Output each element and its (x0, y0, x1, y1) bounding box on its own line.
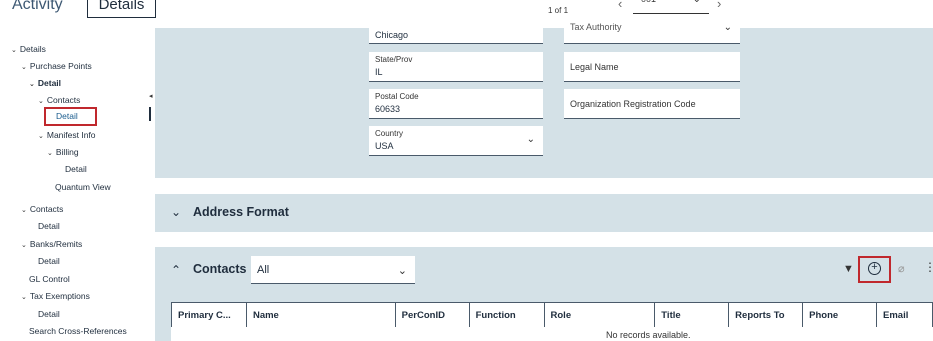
section-title: Contacts (193, 262, 247, 276)
chevron-down-icon: ⌄ (11, 47, 17, 54)
column-header[interactable]: Title (654, 302, 730, 328)
chevron-down-icon: ⌄ (47, 150, 53, 157)
column-header[interactable]: Reports To (728, 302, 804, 328)
more-vertical-icon[interactable]: ⋮ (924, 260, 933, 274)
tree-item-gl-control[interactable]: GL Control (29, 274, 70, 284)
address-form-panel: Chicago State/Prov IL Postal Code 60633 … (155, 22, 933, 178)
chevron-down-icon: ⌄ (38, 133, 44, 140)
tree-item-contacts-top-detail[interactable]: Detail (38, 221, 60, 231)
tree-item-contacts-detail-selected[interactable]: Detail (44, 107, 97, 126)
chevron-left-icon[interactable]: ‹ (618, 0, 622, 11)
tree-item-tax-exemptions[interactable]: ⌄ Tax Exemptions (21, 291, 90, 301)
country-select[interactable]: Country USA ⌄ (369, 126, 543, 156)
tree-item-contacts-top[interactable]: ⌄ Contacts (21, 204, 63, 214)
collapse-arrow-icon[interactable]: ◂ (149, 92, 153, 100)
contacts-table: Primary C... Name PerConID Function Role… (171, 302, 933, 328)
city-field[interactable]: Chicago (369, 24, 543, 44)
contacts-filter-select[interactable]: All ⌄ (251, 256, 415, 284)
column-header[interactable]: PerConID (394, 302, 470, 328)
tree-item-billing-detail[interactable]: Detail (65, 164, 87, 174)
tab-activity[interactable]: Activity (12, 0, 63, 14)
pager-count: 1 of 1 (548, 6, 569, 15)
chevron-right-icon[interactable]: › (717, 0, 721, 11)
column-header[interactable]: Name (245, 302, 396, 328)
section-title: Address Format (193, 205, 289, 219)
tree-item-banks-detail[interactable]: Detail (38, 256, 60, 266)
legal-name-field[interactable]: Legal Name (564, 52, 740, 82)
chevron-down-icon: ⌄ (526, 134, 535, 145)
column-header[interactable]: Function (468, 302, 545, 328)
tree-item-details[interactable]: ⌄ Details (11, 44, 46, 54)
tree-item-billing[interactable]: ⌄ Billing (47, 147, 79, 157)
add-contact-button[interactable]: + (858, 256, 891, 283)
chevron-down-icon: ⌄ (723, 22, 732, 33)
chevron-down-icon: ⌄ (21, 207, 27, 214)
splitter-handle[interactable] (149, 107, 151, 121)
tree-item-quantum-view[interactable]: Quantum View (55, 182, 111, 192)
chevron-down-icon: ⌄ (21, 242, 27, 249)
chevron-down-icon: ⌄ (29, 81, 35, 88)
tree-item-detail[interactable]: ⌄ Detail (29, 78, 61, 88)
chevron-down-icon: ⌄ (693, 0, 701, 5)
column-header[interactable]: Email (876, 302, 933, 328)
tree-item-purchase-points[interactable]: ⌄ Purchase Points (21, 61, 92, 71)
tree-item-search-cross-references[interactable]: Search Cross-References (29, 326, 127, 336)
chevron-up-icon[interactable]: ⌃ (171, 263, 181, 277)
chevron-down-icon: ⌄ (38, 98, 44, 105)
column-header[interactable]: Primary C... (171, 302, 247, 328)
chevron-down-icon: ⌄ (21, 294, 27, 301)
empty-table-message: No records available. (171, 327, 933, 341)
tax-authority-select[interactable]: Tax Authority ⌄ (564, 22, 740, 44)
state-field[interactable]: State/Prov IL (369, 52, 543, 82)
tree-item-banks-remits[interactable]: ⌄ Banks/Remits (21, 239, 82, 249)
record-select-value: 001 (641, 0, 656, 4)
tree-item-tax-detail[interactable]: Detail (38, 309, 60, 319)
address-format-section[interactable]: ⌄ Address Format (155, 194, 933, 232)
record-select[interactable]: 001 ⌄ (633, 0, 709, 14)
chevron-down-icon: ⌄ (397, 265, 407, 277)
tab-details[interactable]: Details (87, 0, 156, 18)
sidebar-tree: ⌄ Details ⌄ Purchase Points ⌄ Detail ⌄ Conta… (0, 36, 150, 341)
org-registration-code-field[interactable]: Organization Registration Code (564, 89, 740, 119)
paperclip-icon[interactable]: ⌀ (898, 262, 905, 275)
filter-icon[interactable]: ▼ (843, 263, 854, 275)
chevron-down-icon: ⌄ (171, 205, 182, 219)
add-circle-icon: + (868, 262, 881, 275)
contacts-section: ⌃ Contacts All ⌄ ▼ + ⌀ ⋮ Primary C... Na… (155, 247, 933, 341)
postal-code-field[interactable]: Postal Code 60633 (369, 89, 543, 119)
column-header[interactable]: Role (543, 302, 656, 328)
column-header[interactable]: Phone (802, 302, 878, 328)
chevron-down-icon: ⌄ (21, 64, 27, 71)
tree-item-manifest-info[interactable]: ⌄ Manifest Info (38, 130, 96, 140)
tree-item-contacts[interactable]: ⌄ Contacts (38, 95, 80, 105)
